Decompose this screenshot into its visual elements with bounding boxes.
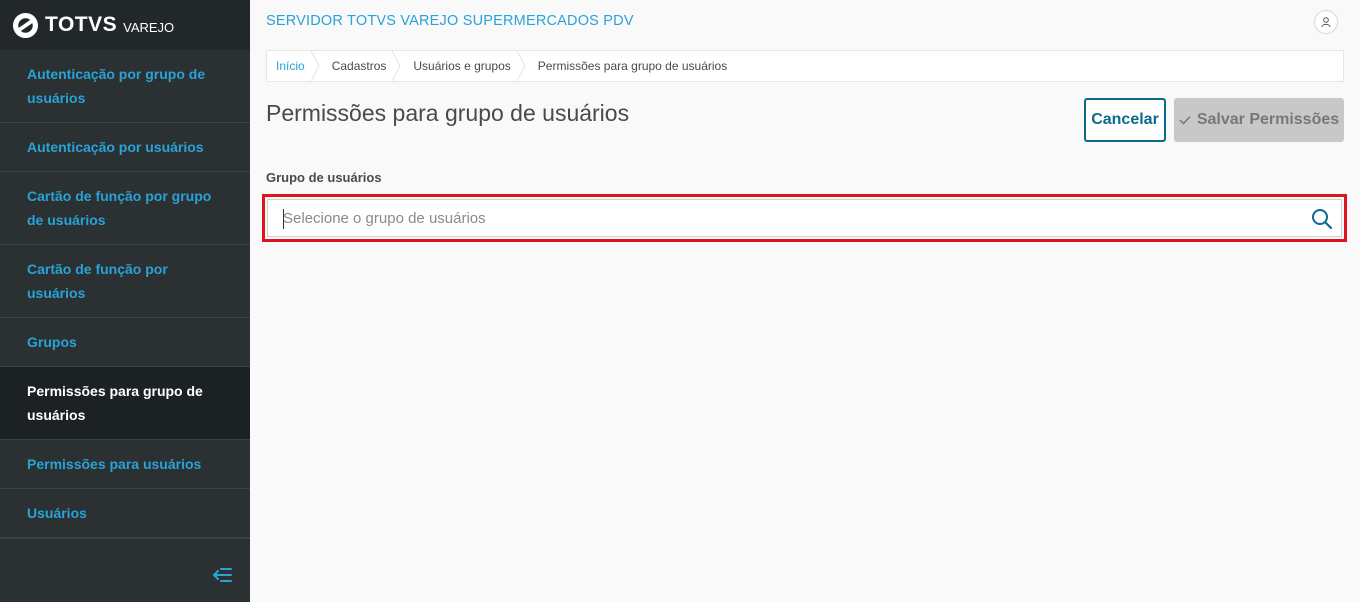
sidebar-item-cartao-funcao-usuarios[interactable]: Cartão de função por usuários: [0, 245, 250, 318]
sidebar-item-grupos[interactable]: Grupos: [0, 318, 250, 367]
breadcrumb-item-usuarios-grupos[interactable]: Usuários e grupos: [398, 51, 526, 81]
page-title: Permissões para grupo de usuários: [266, 100, 630, 126]
sidebar-item-cartao-funcao-grupo[interactable]: Cartão de função por grupo de usuários: [0, 172, 250, 245]
text-caret: [283, 209, 284, 229]
save-permissions-button[interactable]: Salvar Permissões: [1174, 98, 1344, 142]
group-search-field[interactable]: [267, 199, 1342, 237]
brand-logo[interactable]: TOTVS VAREJO: [0, 0, 250, 50]
sidebar-item-permissoes-grupo[interactable]: Permissões para grupo de usuários: [0, 367, 250, 440]
check-icon: [1179, 115, 1191, 125]
group-search-input[interactable]: [268, 200, 1298, 236]
breadcrumb-item-current: Permissões para grupo de usuários: [523, 51, 739, 81]
field-label: Grupo de usuários: [266, 170, 382, 185]
breadcrumb: Início Cadastros Usuários e grupos Permi…: [266, 50, 1344, 82]
breadcrumb-label: Início: [276, 59, 305, 73]
sidebar-footer: [0, 538, 250, 602]
breadcrumb-item-inicio[interactable]: Início: [267, 51, 320, 81]
breadcrumb-label: Permissões para grupo de usuários: [537, 59, 728, 73]
sidebar-menu: Autenticação por grupo de usuários Auten…: [0, 50, 250, 538]
user-icon: [1321, 17, 1331, 28]
totvs-logo-icon: [12, 12, 39, 38]
main-content: SERVIDOR TOTVS VAREJO SUPERMERCADOS PDV …: [250, 0, 1360, 602]
brand-sub: VAREJO: [123, 19, 175, 35]
breadcrumb-label: Usuários e grupos: [413, 59, 511, 73]
brand-name: TOTVS: [45, 13, 118, 36]
sidebar-item-permissoes-usuarios[interactable]: Permissões para usuários: [0, 440, 250, 489]
cancel-button[interactable]: Cancelar: [1084, 98, 1166, 142]
sidebar-item-autenticacao-usuarios[interactable]: Autenticação por usuários: [0, 123, 250, 172]
collapse-menu-icon[interactable]: [212, 567, 232, 583]
server-title: SERVIDOR TOTVS VAREJO SUPERMERCADOS PDV: [266, 13, 634, 29]
sidebar-item-usuarios[interactable]: Usuários: [0, 489, 250, 538]
sidebar: TOTVS VAREJO Autenticação por grupo de u…: [0, 0, 250, 602]
breadcrumb-label: Cadastros: [331, 59, 387, 73]
search-icon[interactable]: [1311, 208, 1333, 230]
sidebar-item-autenticacao-grupo[interactable]: Autenticação por grupo de usuários: [0, 50, 250, 123]
user-avatar[interactable]: [1314, 10, 1338, 34]
breadcrumb-item-cadastros[interactable]: Cadastros: [317, 51, 401, 81]
save-permissions-label: Salvar Permissões: [1196, 111, 1340, 128]
